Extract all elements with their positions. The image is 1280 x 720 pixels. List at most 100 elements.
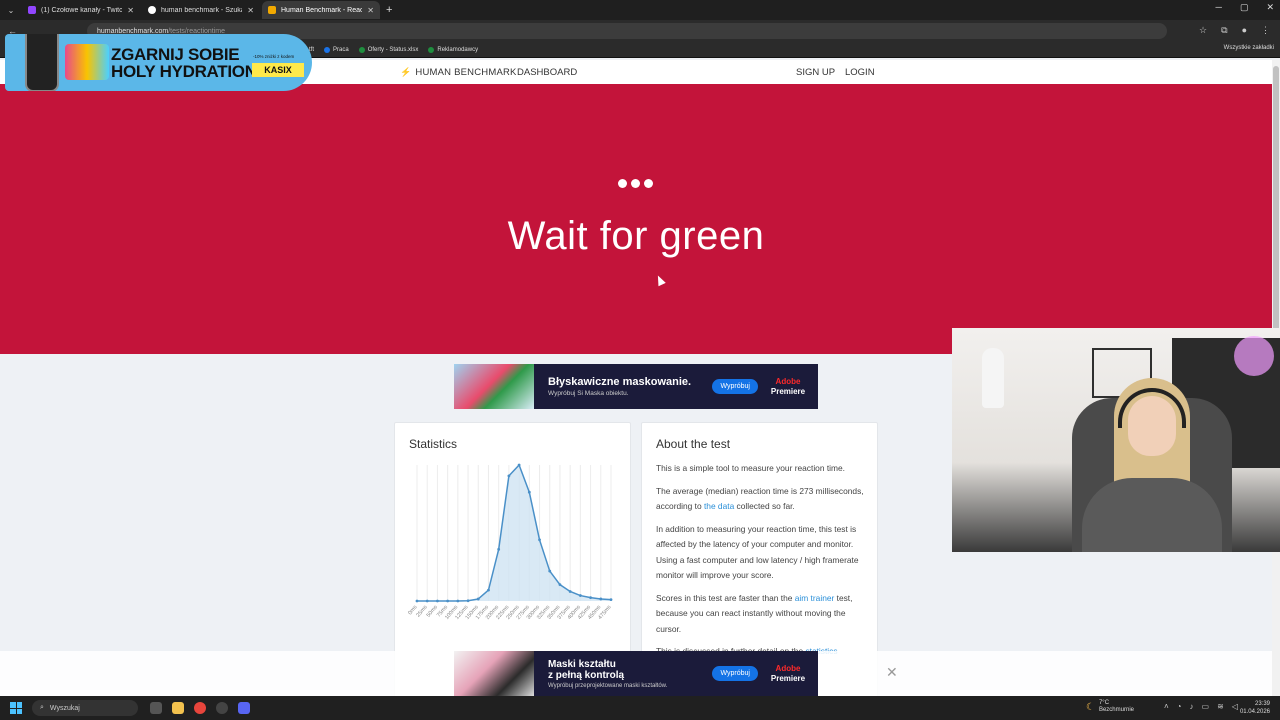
display-icon[interactable]: ▭ (1202, 702, 1210, 711)
wifi-icon[interactable]: ≋ (1217, 702, 1224, 711)
tab-search-icon[interactable]: ⌄ (2, 1, 20, 19)
data-point (456, 599, 460, 603)
data-point (436, 599, 439, 603)
clock[interactable]: 23:39 01.04.2026 (1240, 700, 1270, 716)
holy-hydration-promo: ZGARNIJ SOBIE HOLY HYDRATION -10% zniżki… (5, 34, 312, 91)
ad-image (454, 651, 534, 696)
wait-message: Wait for green (507, 214, 765, 258)
about-paragraph: In addition to measuring your reaction t… (656, 523, 859, 581)
lightning-bolt-icon: ⚡ (400, 67, 412, 77)
browser-tab-bar: ⌄ (1) Czołowe kanały - Twitch ✕ human be… (0, 0, 1280, 20)
data-point (425, 599, 429, 603)
tab-twitch[interactable]: (1) Czołowe kanały - Twitch ✕ (22, 1, 140, 19)
network-icon[interactable]: ◔ (1177, 702, 1182, 711)
chevron-up-icon[interactable]: ˄ (1164, 702, 1169, 711)
taskbar-search-label: Wyszukaj (49, 704, 80, 712)
data-point (476, 597, 480, 601)
data-point (415, 599, 419, 603)
ad-subtext: Wypróbuj przeprojektowane maski kształtó… (548, 682, 668, 689)
bookmark-label: Praca (333, 46, 349, 53)
weather-widget[interactable]: ☾ 7°C Bezchmurnie (1086, 700, 1134, 714)
tab-close-icon[interactable]: ✕ (247, 6, 254, 15)
scrollbar-thumb[interactable] (1273, 66, 1279, 346)
pink-lamp (1234, 336, 1274, 376)
obs-icon[interactable] (216, 702, 228, 714)
tab-close-icon[interactable]: ✕ (367, 6, 374, 15)
close-ad-icon[interactable]: ✕ (886, 664, 898, 681)
bookmark-icon (324, 46, 331, 53)
waiting-dots-icon (618, 179, 653, 188)
about-paragraph: This is a simple tool to measure your re… (656, 463, 845, 473)
data-point (497, 547, 501, 551)
tab-google-search[interactable]: human benchmark - Szukaj w G ✕ (142, 1, 260, 19)
data-point (446, 599, 450, 603)
twitch-favicon-icon (28, 6, 36, 14)
brand-link[interactable]: ⚡ HUMAN BENCHMARK (400, 67, 517, 78)
data-point (466, 599, 470, 603)
weather-desc: Bezchmurnie (1098, 707, 1134, 713)
data-point (548, 569, 552, 573)
close-window-icon[interactable]: ✕ (1266, 2, 1274, 13)
file-explorer-icon[interactable] (172, 702, 184, 714)
about-paragraph: The average (median) reaction time is 27… (656, 485, 864, 512)
bookmark-oferty[interactable]: Oferty - Status.xlsx (358, 46, 419, 53)
ad-banner-bottom[interactable]: Maski kształtu z pełną kontrolą Wypróbuj… (454, 651, 818, 696)
ad-cta-button[interactable]: Wypróbuj (712, 666, 758, 681)
data-point (589, 596, 592, 599)
aim-trainer-link[interactable]: aim trainer (795, 593, 835, 603)
data-point (599, 597, 603, 601)
bookmark-label: Oferty - Status.xlsx (367, 46, 419, 53)
bookmark-star-icon[interactable]: ☆ (1199, 25, 1207, 36)
menu-icon[interactable]: ⋮ (1261, 25, 1270, 36)
google-favicon-icon (148, 6, 156, 14)
tab-human-benchmark[interactable]: Human Benchmark - Reaction T ✕ (262, 1, 380, 19)
data-point (609, 598, 613, 602)
ad-headline: Maski kształtu z pełną kontrolą (548, 658, 625, 681)
bookmark-icon (358, 46, 365, 53)
ad-cta-button[interactable]: Wypróbuj (712, 379, 758, 394)
dashboard-link[interactable]: DASHBOARD (517, 67, 577, 78)
bookmark-reklamodawcy[interactable]: Reklamodawcy (428, 46, 478, 53)
task-view-icon[interactable] (150, 702, 162, 714)
ad-subtext: Wypróbuj Si Maska obiektu. (548, 390, 629, 397)
moon-icon: ☾ (1086, 701, 1095, 713)
data-point (487, 588, 490, 592)
discord-icon[interactable] (238, 702, 250, 714)
windows-taskbar: ⌕ Wyszukaj ☾ 7°C Bezchmurnie ˄ ◔ ♪ ▭ ≋ ◁… (0, 696, 1280, 720)
data-point (538, 538, 541, 542)
bookmark-praca[interactable]: Praca (324, 46, 349, 53)
extensions-icon[interactable]: ⧉ (1221, 25, 1227, 36)
chrome-icon[interactable] (194, 702, 206, 714)
all-bookmarks[interactable]: Wszystkie zakładki (1224, 45, 1274, 51)
signup-link[interactable]: SIGN UP (796, 67, 835, 78)
the-data-link[interactable]: the data (704, 501, 734, 511)
distribution-area (417, 465, 611, 601)
tab-close-icon[interactable]: ✕ (127, 6, 134, 15)
statistics-title: Statistics (409, 437, 458, 451)
clock-time: 23:39 (1254, 701, 1270, 707)
bookmark-icon (428, 46, 435, 53)
windows-start-icon[interactable] (10, 702, 22, 714)
window-controls: ─ ▢ ✕ (1216, 2, 1274, 13)
profile-icon[interactable]: ● (1242, 25, 1247, 36)
data-point (568, 590, 572, 593)
system-tray: ˄ ◔ ♪ ▭ ≋ ◁ (1164, 702, 1238, 711)
clock-date: 01.04.2026 (1239, 709, 1270, 715)
promo-small-text: -10% zniżki z kodem (253, 54, 295, 59)
minimize-icon[interactable]: ─ (1216, 2, 1222, 13)
reaction-test-area[interactable]: Wait for green (0, 84, 1272, 354)
maximize-icon[interactable]: ▢ (1240, 2, 1249, 13)
microphone-icon[interactable]: ♪ (1190, 702, 1194, 711)
login-link[interactable]: LOGIN (845, 67, 875, 78)
brand-label: HUMAN BENCHMARK (415, 67, 517, 78)
ad-image (454, 364, 534, 409)
volume-icon[interactable]: ◁ (1232, 702, 1238, 711)
adobe-premiere-logo: Adobe Premiere (770, 376, 806, 396)
ad-banner-top[interactable]: Błyskawiczne maskowanie. Wypróbuj Si Mas… (454, 364, 818, 409)
promo-code: KASIX (252, 63, 304, 77)
weather-temp: 7°C (1098, 700, 1110, 706)
data-point (578, 594, 582, 597)
taskbar-search[interactable]: ⌕ Wyszukaj (32, 700, 138, 716)
new-tab-button[interactable]: + (386, 4, 392, 16)
data-point (517, 463, 521, 467)
